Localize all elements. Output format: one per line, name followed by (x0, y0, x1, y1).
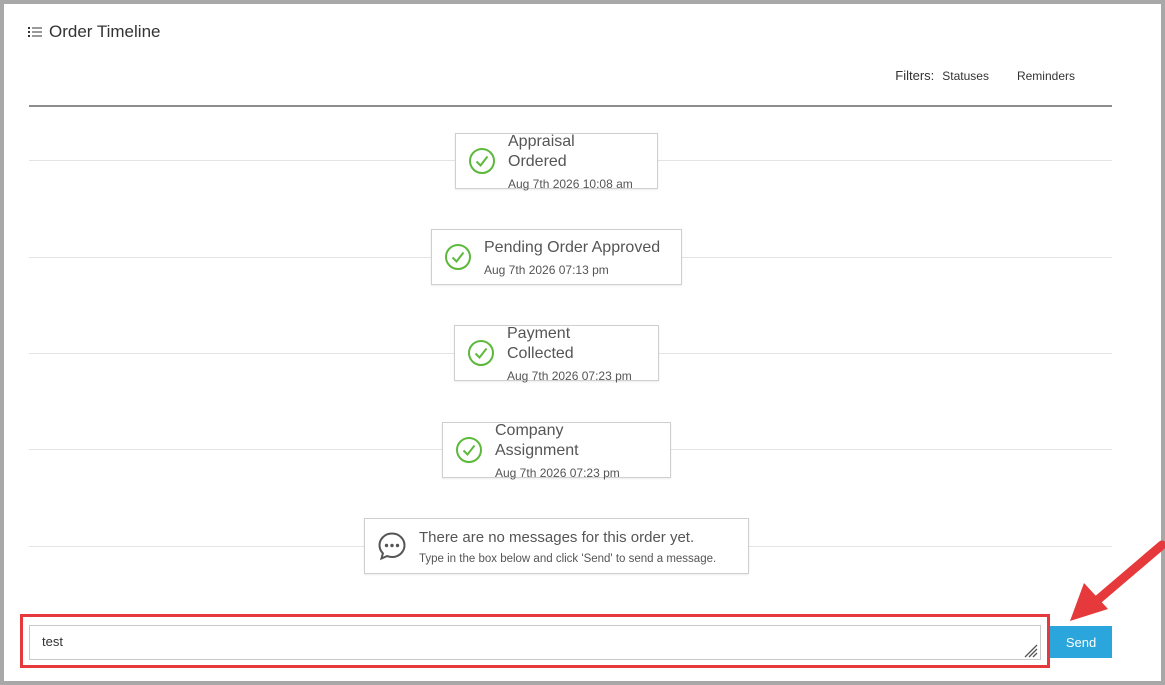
filter-statuses[interactable]: Statuses (942, 69, 989, 83)
check-circle-icon (456, 437, 482, 463)
check-circle-icon (445, 244, 471, 270)
timeline-item-title: Company Assignment (495, 421, 579, 459)
check-circle-icon (469, 148, 495, 174)
filter-reminders[interactable]: Reminders (1017, 69, 1075, 83)
timeline-item-title: Pending Order Approved (484, 238, 661, 256)
no-messages-notice: There are no messages for this order yet… (364, 518, 749, 574)
send-button[interactable]: Send (1050, 626, 1112, 658)
timeline-item-date: Aug 7th 2026 10:08 am (508, 176, 633, 191)
timeline-item: Appraisal Ordered Aug 7th 2026 10:08 am (455, 132, 658, 191)
timeline-item-date: Aug 7th 2026 07:13 pm (484, 262, 609, 277)
timeline-item: Pending Order Approved Aug 7th 2026 07:1… (431, 229, 682, 285)
timeline-item-title: Appraisal Ordered (508, 132, 575, 170)
message-input[interactable] (29, 625, 1041, 660)
list-icon (28, 27, 42, 37)
timeline-item-date: Aug 7th 2026 07:23 pm (507, 368, 632, 383)
app-window: Order Timeline Filters: Statuses Reminde… (0, 0, 1165, 685)
filters-bar: Filters: Statuses Reminders (895, 68, 1075, 83)
check-circle-icon (468, 340, 494, 366)
header-divider (29, 105, 1112, 107)
no-messages-title: There are no messages for this order yet… (419, 528, 695, 546)
chat-bubble-icon (378, 532, 406, 561)
timeline-header: Order Timeline (28, 22, 160, 42)
resize-grip-icon[interactable] (1020, 640, 1038, 658)
timeline-item: Payment Collected Aug 7th 2026 07:23 pm (454, 324, 659, 383)
page-title: Order Timeline (49, 22, 161, 41)
timeline-item-title: Payment Collected (507, 324, 574, 362)
timeline-item-date: Aug 7th 2026 07:23 pm (495, 465, 620, 480)
timeline-item: Company Assignment Aug 7th 2026 07:23 pm (442, 421, 671, 480)
annotation-arrow-icon (1070, 540, 1165, 621)
no-messages-hint: Type in the box below and click 'Send' t… (419, 552, 717, 565)
filters-label: Filters: (895, 68, 935, 83)
